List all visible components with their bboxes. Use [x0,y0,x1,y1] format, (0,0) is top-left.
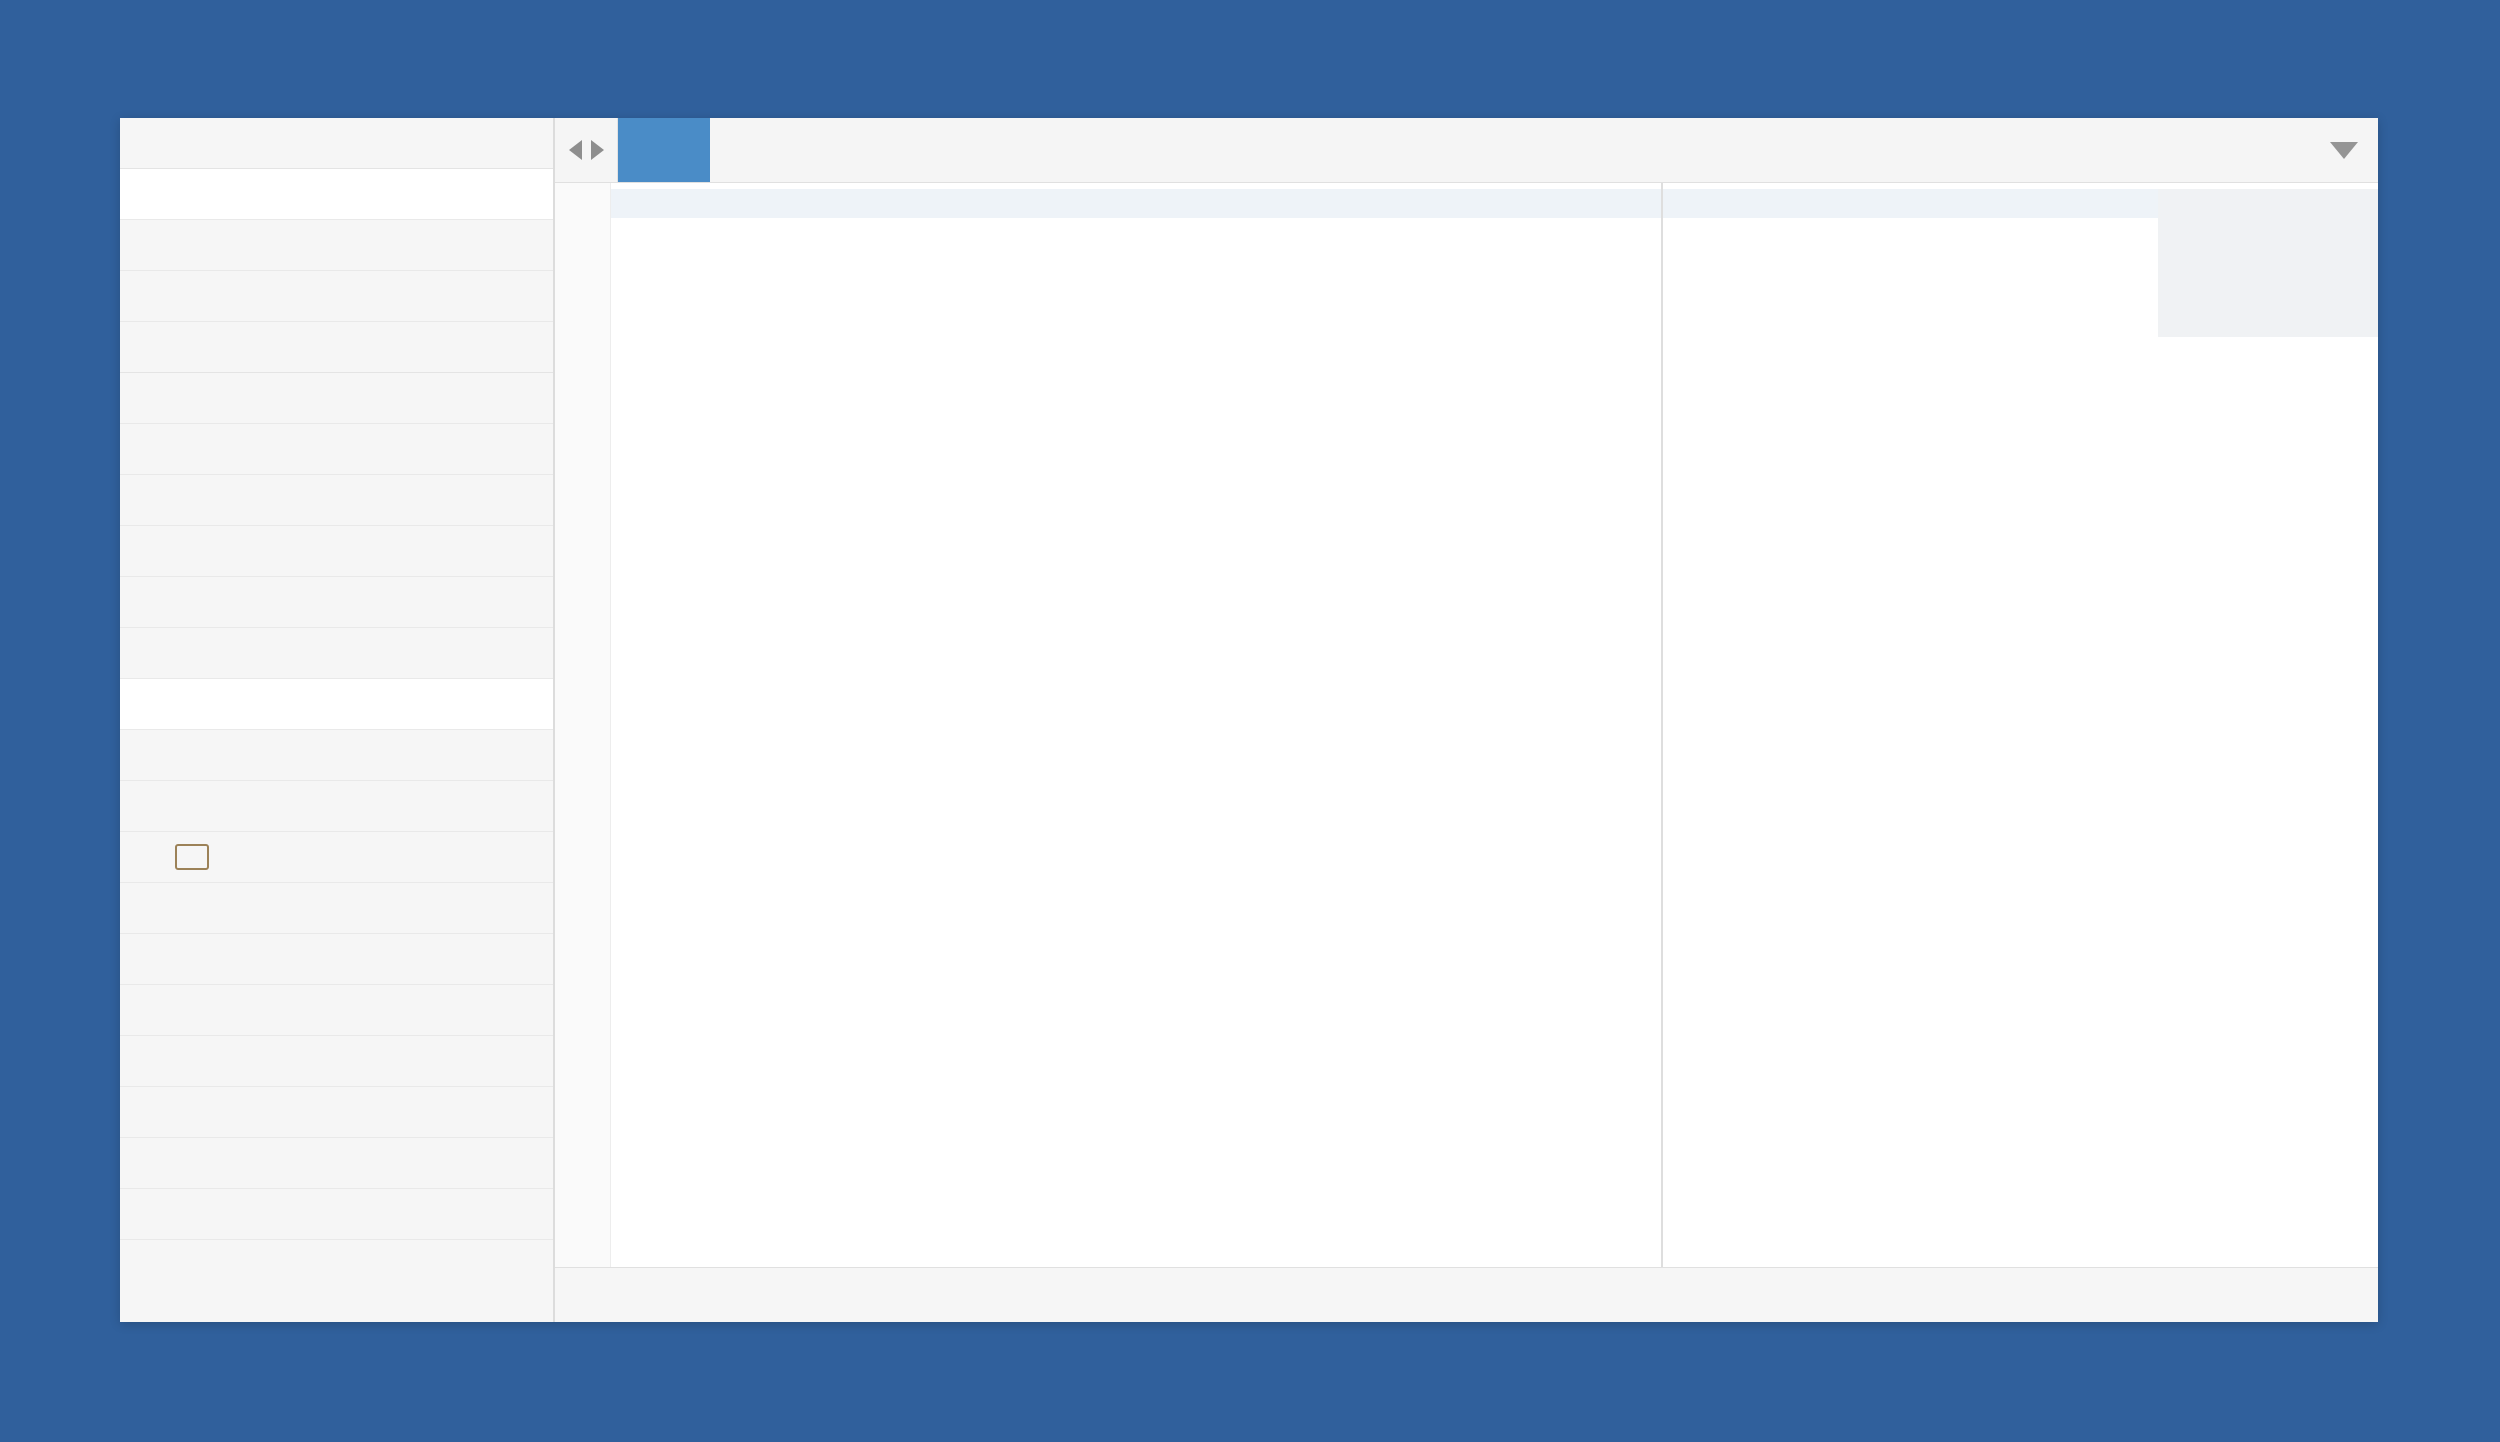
editor-window [120,118,2378,1322]
tree-folder-samples[interactable] [120,577,553,628]
tree-file-sample-scss[interactable] [120,1036,553,1087]
tree-folder-primer[interactable] [120,526,553,577]
code-area[interactable] [555,183,2378,1267]
window-body [120,118,2378,1322]
tab-dropdown-button[interactable] [2330,118,2358,182]
tree-file-sample-md[interactable] [120,832,553,883]
tree-folder-theme-primer[interactable] [120,373,553,424]
editor-pane [555,118,2378,1322]
tree-folder-messages[interactable] [120,475,553,526]
open-file-sample-html[interactable] [120,169,553,220]
tab-bar [555,118,2378,183]
tab-sample-css[interactable] [710,118,896,182]
chevron-down-icon[interactable] [2330,142,2358,159]
tab-sample-js[interactable] [896,118,1082,182]
wrap-guide-ruler [1661,183,1663,1267]
markdown-icon [175,844,209,870]
next-arrow-icon[interactable] [591,140,604,160]
prev-arrow-icon[interactable] [569,140,582,160]
open-file-sample-js[interactable] [120,271,553,322]
folders-heading [120,322,553,373]
tab-sample-html[interactable] [618,118,710,182]
tree-file-sample-js[interactable] [120,781,553,832]
tree-folder-icons[interactable] [120,424,553,475]
open-files-heading [120,118,553,169]
code-scroll-region[interactable] [611,183,2158,1267]
tab-nav-arrows[interactable] [555,118,618,182]
tree-file-sample-py[interactable] [120,934,553,985]
tree-file-sample-php[interactable] [120,883,553,934]
tree-file-sample-html[interactable] [120,679,553,730]
tree-file-fold-png[interactable] [120,1189,553,1240]
tree-file-sample-css[interactable] [120,628,553,679]
tree-file-gitignore[interactable] [120,1138,553,1189]
tree-file-sample-rb[interactable] [120,985,553,1036]
tree-file-sample-sql[interactable] [120,1087,553,1138]
sidebar [120,118,555,1322]
line-number-gutter [555,183,611,1267]
open-file-sample-css[interactable] [120,220,553,271]
status-bar [555,1267,2378,1322]
tree-file-sample-java[interactable] [120,730,553,781]
current-line-highlight [611,189,2158,218]
minimap[interactable] [2158,183,2378,1267]
minimap-viewport-indicator[interactable] [2158,189,2378,337]
